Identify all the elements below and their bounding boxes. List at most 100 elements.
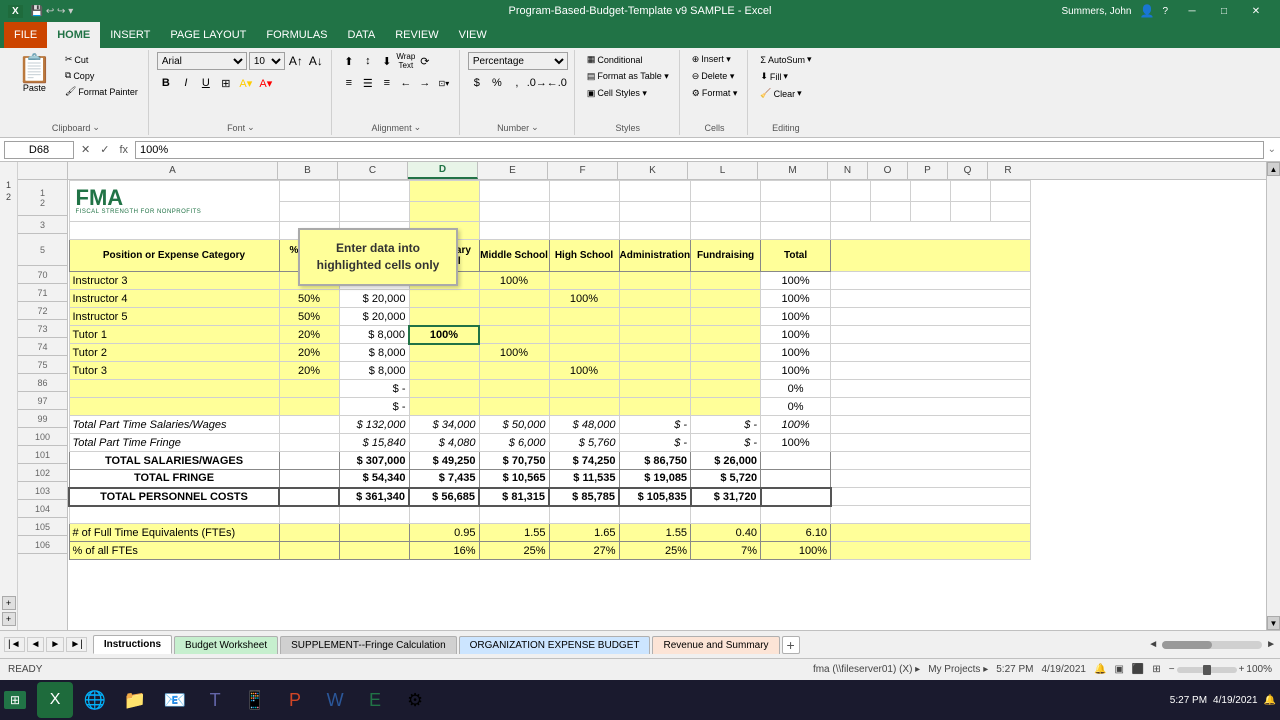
m1-cell[interactable] bbox=[761, 181, 831, 202]
a100-cell[interactable]: Total Part Time Fringe bbox=[69, 434, 279, 452]
sheet-tab-supplement[interactable]: SUPPLEMENT--Fringe Calculation bbox=[280, 636, 457, 654]
c97-cell[interactable]: $ - bbox=[339, 398, 409, 416]
underline-button[interactable]: U bbox=[197, 74, 215, 92]
b74-cell[interactable]: 20% bbox=[279, 344, 339, 362]
autosum-button[interactable]: Σ AutoSum ▾ bbox=[756, 52, 815, 67]
sheet-first-button[interactable]: |◄ bbox=[4, 637, 25, 652]
e105-cell[interactable]: 1.55 bbox=[479, 524, 549, 542]
sheet-next-button[interactable]: ► bbox=[46, 637, 64, 652]
wrap-text-button[interactable]: Wrap Text bbox=[397, 52, 415, 70]
col-header-o[interactable]: O bbox=[868, 162, 908, 179]
e70-cell[interactable]: 100% bbox=[479, 272, 549, 290]
f97-cell[interactable] bbox=[549, 398, 619, 416]
tab-insert[interactable]: INSERT bbox=[100, 22, 160, 48]
increase-indent-button[interactable]: → bbox=[416, 74, 434, 92]
l105-cell[interactable]: 0.40 bbox=[691, 524, 761, 542]
a103-cell[interactable]: TOTAL PERSONNEL COSTS bbox=[69, 488, 279, 506]
tab-home[interactable]: HOME bbox=[47, 22, 100, 48]
k97-cell[interactable] bbox=[619, 398, 691, 416]
formula-expand-icon[interactable]: ⌄ bbox=[1268, 144, 1276, 155]
k99-cell[interactable]: $ - bbox=[619, 416, 691, 434]
col-header-c[interactable]: C bbox=[338, 162, 408, 179]
k100-cell[interactable]: $ - bbox=[619, 434, 691, 452]
taskbar-phone-icon[interactable]: 📱 bbox=[237, 682, 273, 718]
e73-cell[interactable] bbox=[479, 326, 549, 344]
total104-cell[interactable] bbox=[761, 506, 831, 524]
b86-cell[interactable] bbox=[279, 380, 339, 398]
total99-cell[interactable]: 100% bbox=[761, 416, 831, 434]
k104-cell[interactable] bbox=[619, 506, 691, 524]
l100-cell[interactable]: $ - bbox=[691, 434, 761, 452]
header-l[interactable]: Fundraising bbox=[691, 240, 761, 272]
c101-cell[interactable]: $ 307,000 bbox=[339, 452, 409, 470]
delete-button[interactable]: ⊖ Delete ▾ bbox=[688, 69, 739, 84]
col-header-e[interactable]: E bbox=[478, 162, 548, 179]
e101-cell[interactable]: $ 70,750 bbox=[479, 452, 549, 470]
formula-input[interactable] bbox=[135, 141, 1264, 159]
col-header-n[interactable]: N bbox=[828, 162, 868, 179]
e3-cell[interactable] bbox=[479, 222, 549, 240]
k73-cell[interactable] bbox=[619, 326, 691, 344]
e1-cell[interactable] bbox=[479, 181, 549, 202]
cancel-formula-icon[interactable]: ✕ bbox=[78, 143, 93, 156]
fill-button[interactable]: ⬇ Fill ▾ bbox=[756, 69, 792, 84]
font-name-select[interactable]: Arial bbox=[157, 52, 247, 70]
sheet-tab-budget-worksheet[interactable]: Budget Worksheet bbox=[174, 636, 278, 654]
currency-button[interactable]: $ bbox=[468, 74, 486, 92]
sheet-scrollbar-thumb[interactable] bbox=[1162, 641, 1212, 649]
insert-button[interactable]: ⊕ Insert ▾ bbox=[688, 52, 735, 67]
l86-cell[interactable] bbox=[691, 380, 761, 398]
a74-cell[interactable]: Tutor 2 bbox=[69, 344, 279, 362]
k70-cell[interactable] bbox=[619, 272, 691, 290]
total70-cell[interactable]: 100% bbox=[761, 272, 831, 290]
total97-cell[interactable]: 0% bbox=[761, 398, 831, 416]
decrease-indent-button[interactable]: ← bbox=[397, 74, 415, 92]
e72-cell[interactable] bbox=[479, 308, 549, 326]
d102-cell[interactable]: $ 7,435 bbox=[409, 470, 479, 488]
taskbar-explorer-icon[interactable]: 📁 bbox=[117, 682, 153, 718]
align-bottom-button[interactable]: ⬇ bbox=[378, 52, 396, 70]
header-e[interactable]: Middle School bbox=[479, 240, 549, 272]
l99-cell[interactable]: $ - bbox=[691, 416, 761, 434]
c102-cell[interactable]: $ 54,340 bbox=[339, 470, 409, 488]
font-size-select[interactable]: 10 bbox=[249, 52, 285, 70]
align-right-button[interactable]: ≡ bbox=[378, 74, 396, 92]
tab-page-layout[interactable]: PAGE LAYOUT bbox=[160, 22, 256, 48]
l2-cell[interactable] bbox=[691, 201, 761, 222]
a99-cell[interactable]: Total Part Time Salaries/Wages bbox=[69, 416, 279, 434]
number-format-select[interactable]: Percentage bbox=[468, 52, 568, 70]
cut-button[interactable]: ✂ Cut bbox=[61, 52, 142, 67]
fill-color-button[interactable]: A▾ bbox=[237, 74, 255, 92]
total105-cell[interactable]: 6.10 bbox=[761, 524, 831, 542]
f72-cell[interactable] bbox=[549, 308, 619, 326]
zoom-in-button[interactable]: + bbox=[1239, 664, 1245, 675]
col-header-q[interactable]: Q bbox=[948, 162, 988, 179]
col-header-f[interactable]: F bbox=[548, 162, 618, 179]
clear-button[interactable]: 🧹 Clear ▾ bbox=[756, 86, 805, 101]
a73-cell[interactable]: Tutor 1 bbox=[69, 326, 279, 344]
k105-cell[interactable]: 1.55 bbox=[619, 524, 691, 542]
d1-cell[interactable] bbox=[409, 181, 479, 202]
k75-cell[interactable] bbox=[619, 362, 691, 380]
k106-cell[interactable]: 25% bbox=[619, 542, 691, 560]
c104-cell[interactable] bbox=[339, 506, 409, 524]
e86-cell[interactable] bbox=[479, 380, 549, 398]
o2-cell[interactable] bbox=[871, 201, 911, 222]
comma-button[interactable]: , bbox=[508, 74, 526, 92]
c2-cell[interactable] bbox=[339, 201, 409, 222]
scroll-track[interactable] bbox=[1267, 176, 1280, 616]
f104-cell[interactable] bbox=[549, 506, 619, 524]
taskbar-powerpoint-icon[interactable]: P bbox=[277, 682, 313, 718]
f100-cell[interactable]: $ 5,760 bbox=[549, 434, 619, 452]
c86-cell[interactable]: $ - bbox=[339, 380, 409, 398]
d71-cell[interactable] bbox=[409, 290, 479, 308]
e74-cell[interactable]: 100% bbox=[479, 344, 549, 362]
tab-data[interactable]: DATA bbox=[338, 22, 386, 48]
align-left-button[interactable]: ≡ bbox=[340, 74, 358, 92]
total101-cell[interactable] bbox=[761, 452, 831, 470]
e97-cell[interactable] bbox=[479, 398, 549, 416]
l106-cell[interactable]: 7% bbox=[691, 542, 761, 560]
q2-cell[interactable] bbox=[951, 201, 991, 222]
k3-cell[interactable] bbox=[619, 222, 691, 240]
sheet-last-button[interactable]: ►| bbox=[66, 637, 87, 652]
